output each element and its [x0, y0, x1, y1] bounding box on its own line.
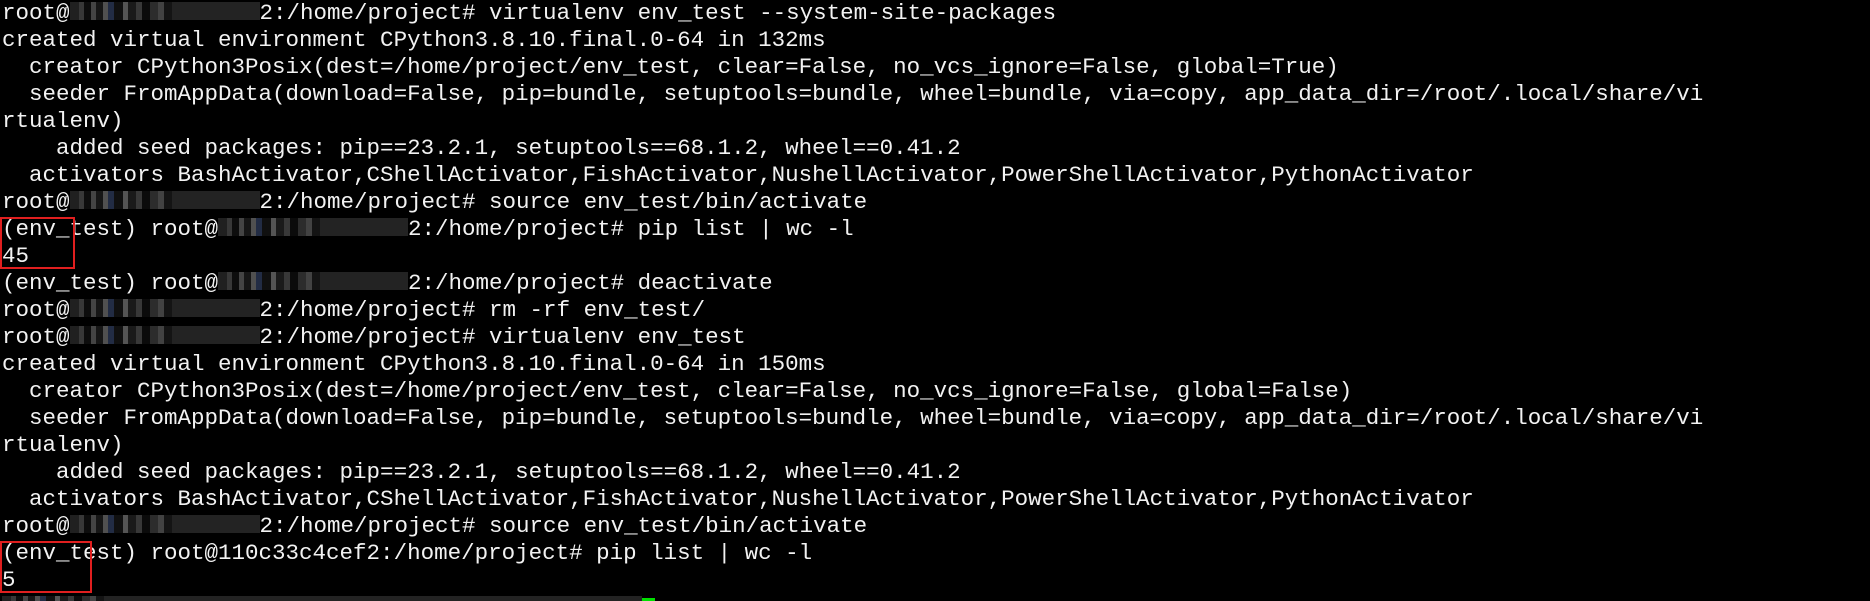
redacted-hostname — [218, 218, 409, 236]
prompt-prefix: (env_test) root@ — [2, 216, 219, 242]
command-text: 2:/home/project# virtualenv env_test --s… — [259, 0, 1057, 26]
prompt-prefix: (env_test) root@110c33c4cef2:/home/proje… — [2, 540, 813, 566]
terminal-window[interactable]: root@ 2:/home/project# virtualenv env_tes… — [0, 0, 1870, 601]
output-line: added seed packages: pip==23.2.1, setupt… — [2, 135, 961, 161]
command-text: 2:/home/project# deactivate — [408, 270, 773, 296]
redacted-hostname — [69, 2, 260, 20]
output-line: 5 — [2, 567, 16, 593]
prompt-prefix: root@ — [2, 0, 70, 26]
output-line: activators BashActivator,CShellActivator… — [2, 486, 1474, 512]
output-line: added seed packages: pip==23.2.1, setupt… — [2, 459, 961, 485]
redacted-hostname — [218, 272, 409, 290]
redacted-hostname — [2, 596, 642, 601]
cursor-block — [642, 597, 655, 601]
prompt-line: root@ 2:/home/project# source env_test/bi… — [2, 189, 1870, 216]
command-text: 2:/home/project# virtualenv env_test — [259, 324, 746, 350]
output-line: seeder FromAppData(download=False, pip=b… — [2, 405, 1704, 431]
prompt-line: root@ 2:/home/project# virtualenv env_tes… — [2, 0, 1870, 27]
prompt-line: (env_test) root@ 2:/home/project# pip lis… — [2, 216, 1870, 243]
output-line: 45 — [2, 243, 30, 269]
terminal-output: root@ 2:/home/project# virtualenv env_tes… — [2, 0, 1870, 601]
redacted-hostname — [69, 191, 260, 209]
output-line: creator CPython3Posix(dest=/home/project… — [2, 378, 1353, 404]
prompt-line: (env_test) root@ 2:/home/project# deactiv… — [2, 270, 1870, 297]
prompt-prefix: root@ — [2, 297, 70, 323]
prompt-line: (env_test) root@110c33c4cef2:/home/proje… — [2, 540, 1870, 567]
prompt-prefix: root@ — [2, 513, 70, 539]
output-line: rtualenv) — [2, 108, 124, 134]
prompt-prefix: (env_test) root@ — [2, 270, 219, 296]
redacted-hostname — [69, 515, 260, 533]
redacted-hostname — [69, 326, 260, 344]
output-line: rtualenv) — [2, 432, 124, 458]
prompt-prefix: root@ — [2, 189, 70, 215]
prompt-line: root@ 2:/home/project# virtualenv env_tes… — [2, 324, 1870, 351]
prompt-line: root@ 2:/home/project# source env_test/bi… — [2, 513, 1870, 540]
command-text: 2:/home/project# source env_test/bin/act… — [259, 513, 868, 539]
output-line: activators BashActivator,CShellActivator… — [2, 162, 1474, 188]
output-line: seeder FromAppData(download=False, pip=b… — [2, 81, 1704, 107]
redacted-hostname — [69, 299, 260, 317]
output-line: created virtual environment CPython3.8.1… — [2, 27, 826, 53]
prompt-line — [2, 594, 1870, 601]
output-line: created virtual environment CPython3.8.1… — [2, 351, 826, 377]
prompt-prefix: root@ — [2, 324, 70, 350]
command-text: 2:/home/project# source env_test/bin/act… — [259, 189, 868, 215]
command-text: 2:/home/project# rm -rf env_test/ — [259, 297, 706, 323]
command-text: 2:/home/project# pip list | wc -l — [408, 216, 854, 242]
prompt-line: root@ 2:/home/project# rm -rf env_test/ — [2, 297, 1870, 324]
output-line: creator CPython3Posix(dest=/home/project… — [2, 54, 1339, 80]
